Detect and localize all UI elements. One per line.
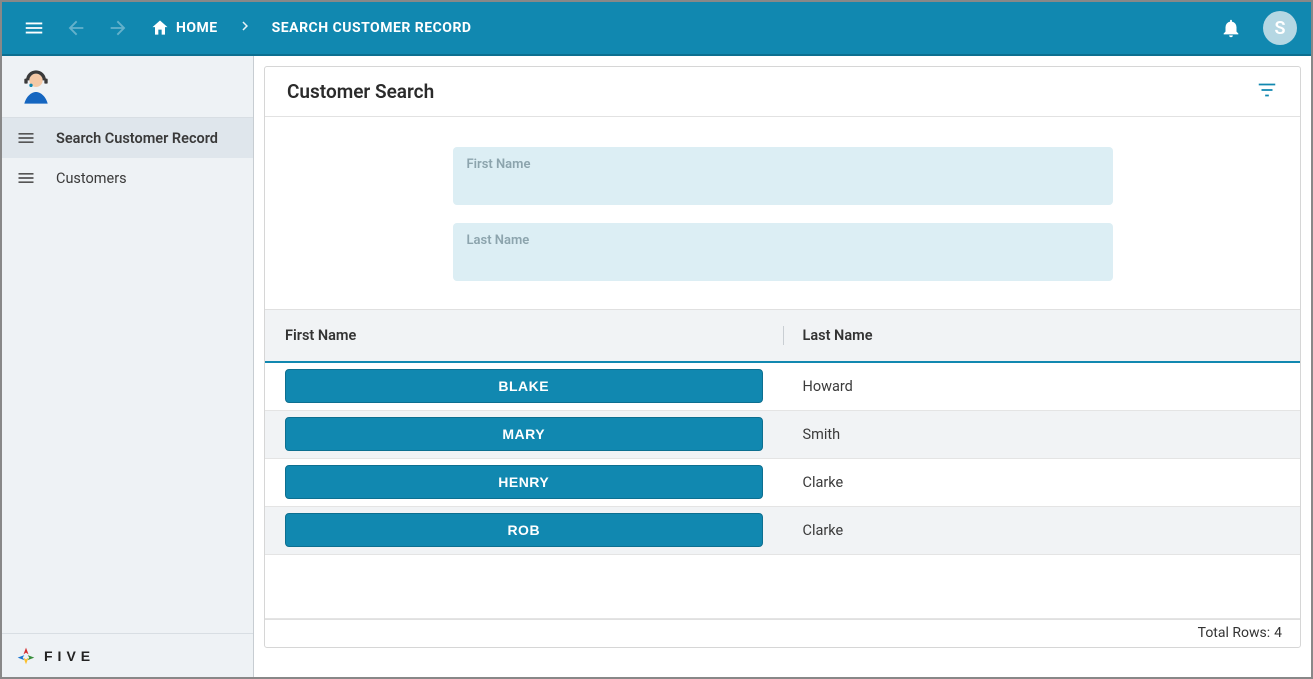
table-row[interactable]: BLAKE Howard <box>265 362 1300 410</box>
search-form: First Name Last Name <box>265 117 1300 309</box>
breadcrumb-chevron <box>236 17 254 39</box>
chevron-right-icon <box>236 17 254 35</box>
nav-back-button[interactable] <box>58 10 94 46</box>
user-avatar[interactable]: S <box>1263 11 1297 45</box>
sidebar-nav: Search Customer Record Customers <box>2 118 253 633</box>
breadcrumb-page[interactable]: SEARCH CUSTOMER RECORD <box>264 20 480 36</box>
cell-first-name: BLAKE <box>265 362 783 410</box>
customer-first-name-button[interactable]: HENRY <box>285 465 763 499</box>
table-row[interactable]: MARY Smith <box>265 410 1300 458</box>
brand-logo-icon <box>14 646 38 666</box>
sidebar: Search Customer Record Customers FIVE <box>2 56 254 677</box>
breadcrumb-page-label: SEARCH CUSTOMER RECORD <box>272 20 472 36</box>
sidebar-brand: FIVE <box>2 633 253 677</box>
filter-button[interactable] <box>1256 79 1278 105</box>
first-name-input[interactable] <box>467 172 1099 198</box>
menu-lines-icon <box>16 128 38 148</box>
last-name-field[interactable]: Last Name <box>453 223 1113 281</box>
sidebar-item-search-customer-record[interactable]: Search Customer Record <box>2 118 253 158</box>
table-footer: Total Rows: 4 <box>265 619 1300 647</box>
arrow-back-icon <box>65 17 87 39</box>
app-bar: HOME SEARCH CUSTOMER RECORD S <box>2 2 1311 56</box>
sidebar-item-customers[interactable]: Customers <box>2 158 253 198</box>
total-rows-label: Total Rows: <box>1198 625 1270 641</box>
sidebar-item-label: Customers <box>56 170 127 187</box>
sidebar-persona <box>2 56 253 118</box>
filter-icon <box>1256 79 1278 101</box>
cell-first-name: MARY <box>265 410 783 458</box>
card-title: Customer Search <box>287 80 434 103</box>
breadcrumb-home-label: HOME <box>176 20 218 36</box>
first-name-field[interactable]: First Name <box>453 147 1113 205</box>
cell-last-name: Clarke <box>783 458 1301 506</box>
breadcrumb-home[interactable]: HOME <box>142 18 226 38</box>
cell-last-name: Clarke <box>783 506 1301 554</box>
brand-name: FIVE <box>44 648 95 664</box>
results-table-wrap: First Name Last Name BLAKE Howard MARY Smit… <box>265 309 1300 647</box>
cell-last-name: Smith <box>783 410 1301 458</box>
first-name-label: First Name <box>467 157 1099 172</box>
support-agent-icon <box>16 67 56 107</box>
table-row[interactable]: HENRY Clarke <box>265 458 1300 506</box>
menu-icon <box>23 17 45 39</box>
hamburger-menu-button[interactable] <box>16 10 52 46</box>
customer-first-name-button[interactable]: ROB <box>285 513 763 547</box>
bell-icon <box>1220 17 1242 39</box>
column-header-first-name[interactable]: First Name <box>265 310 783 362</box>
total-rows-value: 4 <box>1274 625 1282 641</box>
arrow-forward-icon <box>107 17 129 39</box>
home-icon <box>150 18 170 38</box>
customer-first-name-button[interactable]: BLAKE <box>285 369 763 403</box>
table-row[interactable]: ROB Clarke <box>265 506 1300 554</box>
card-header: Customer Search <box>265 67 1300 117</box>
user-initial: S <box>1275 18 1286 39</box>
column-header-last-name[interactable]: Last Name <box>783 310 1301 362</box>
customer-first-name-button[interactable]: MARY <box>285 417 763 451</box>
menu-lines-icon <box>16 168 38 188</box>
last-name-label: Last Name <box>467 233 1099 248</box>
last-name-input[interactable] <box>467 248 1099 274</box>
cell-first-name: HENRY <box>265 458 783 506</box>
table-header-row: First Name Last Name <box>265 310 1300 362</box>
sidebar-item-label: Search Customer Record <box>56 130 218 147</box>
cell-last-name: Howard <box>783 362 1301 410</box>
cell-first-name: ROB <box>265 506 783 554</box>
table-empty-space <box>265 555 1300 619</box>
nav-forward-button[interactable] <box>100 10 136 46</box>
results-table: First Name Last Name BLAKE Howard MARY Smit… <box>265 310 1300 555</box>
main-content: Customer Search First Name Last Name <box>254 56 1311 677</box>
customer-search-card: Customer Search First Name Last Name <box>264 66 1301 648</box>
notifications-button[interactable] <box>1213 10 1249 46</box>
